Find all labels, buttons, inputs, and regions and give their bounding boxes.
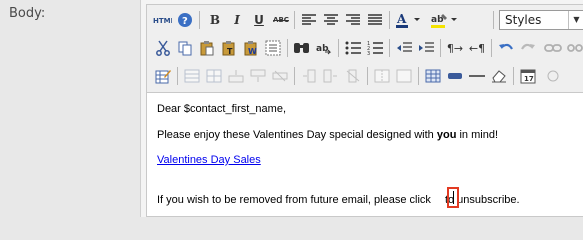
align-left-icon[interactable] [299, 10, 319, 30]
message-text-before: Please enjoy these Valentines Day specia… [157, 129, 437, 141]
insert-anchor-icon[interactable] [543, 66, 563, 86]
underline-button[interactable]: U [249, 10, 269, 30]
svg-text:T: T [227, 47, 233, 56]
paste-text-icon[interactable]: T [219, 38, 239, 58]
message-bold-text: you [436, 129, 457, 141]
message-text-after: in mind! [456, 129, 498, 141]
svg-text:?: ? [182, 16, 188, 27]
svg-text:A: A [396, 12, 407, 26]
bold-button[interactable]: B [205, 10, 225, 30]
copy-icon[interactable] [175, 38, 195, 58]
horizontal-rule-icon[interactable] [467, 66, 487, 86]
editor-content-area[interactable]: Dear $contact_first_name, Please enjoy t… [146, 92, 583, 217]
edit-table-icon[interactable] [153, 66, 173, 86]
svg-text:3: 3 [367, 51, 370, 55]
align-center-icon[interactable] [321, 10, 341, 30]
numbered-list-icon[interactable]: 123 [365, 38, 385, 58]
redo-icon[interactable] [518, 38, 538, 58]
insert-row-after-icon[interactable] [248, 66, 268, 86]
svg-text:W: W [248, 47, 257, 56]
ltr-icon[interactable]: ¶→ [445, 38, 465, 58]
delete-row-icon[interactable] [270, 66, 290, 86]
valentines-link[interactable]: Valentines Day Sales [157, 154, 261, 166]
undo-icon[interactable] [496, 38, 516, 58]
insert-table-icon[interactable] [423, 66, 443, 86]
insert-date-icon[interactable]: 17 [518, 66, 538, 86]
cut-icon[interactable] [153, 38, 173, 58]
chevron-down-icon: ▼ [568, 11, 583, 29]
find-icon[interactable] [292, 38, 312, 58]
align-right-icon[interactable] [343, 10, 363, 30]
rich-text-editor: HTML ? B I U ABC A [141, 0, 583, 217]
font-color-icon[interactable]: A [394, 10, 424, 30]
text-cursor-highlight [447, 187, 459, 208]
html-source-button[interactable]: HTML [151, 10, 173, 30]
outdent-icon[interactable] [394, 38, 414, 58]
strikethrough-button[interactable]: ABC [271, 10, 291, 30]
link-icon[interactable] [543, 38, 563, 58]
unlink-icon[interactable] [565, 38, 583, 58]
styles-select[interactable]: Styles ▼ [499, 10, 583, 30]
label-column: Body: [0, 0, 141, 217]
svg-text:17: 17 [524, 75, 534, 83]
paste-icon[interactable] [197, 38, 217, 58]
italic-button[interactable]: I [227, 10, 247, 30]
svg-text:HTML: HTML [153, 17, 172, 25]
merge-cells-icon[interactable] [394, 66, 414, 86]
bullet-list-icon[interactable] [343, 38, 363, 58]
split-cells-icon[interactable] [372, 66, 392, 86]
highlight-color-icon[interactable]: ab [429, 10, 461, 30]
unsubscribe-text-before: If you wish to be removed from future em… [157, 194, 434, 206]
greeting-line: Dear $contact_first_name, [157, 103, 287, 115]
link-line: Valentines Day Sales [157, 154, 261, 166]
align-justify-icon[interactable] [365, 10, 385, 30]
unsubscribe-line: If you wish to be removed from future em… [157, 194, 520, 206]
message-line: Please enjoy these Valentines Day specia… [157, 129, 498, 141]
paste-word-icon[interactable]: W [241, 38, 261, 58]
rtl-icon[interactable]: ←¶ [467, 38, 487, 58]
insert-col-before-icon[interactable] [299, 66, 319, 86]
body-field-label: Body: [9, 6, 46, 21]
editor-toolbar: HTML ? B I U ABC A [146, 4, 583, 94]
replace-icon[interactable]: ab [314, 38, 334, 58]
indent-icon[interactable] [416, 38, 436, 58]
eraser-icon[interactable] [489, 66, 509, 86]
delete-col-icon[interactable] [343, 66, 363, 86]
help-icon[interactable]: ? [175, 10, 195, 30]
insert-image-icon[interactable] [445, 66, 465, 86]
cell-props-icon[interactable] [204, 66, 224, 86]
table-props-icon[interactable] [182, 66, 202, 86]
insert-row-before-icon[interactable] [226, 66, 246, 86]
select-all-icon[interactable] [263, 38, 283, 58]
insert-col-after-icon[interactable] [321, 66, 341, 86]
styles-select-value: Styles [505, 13, 542, 27]
